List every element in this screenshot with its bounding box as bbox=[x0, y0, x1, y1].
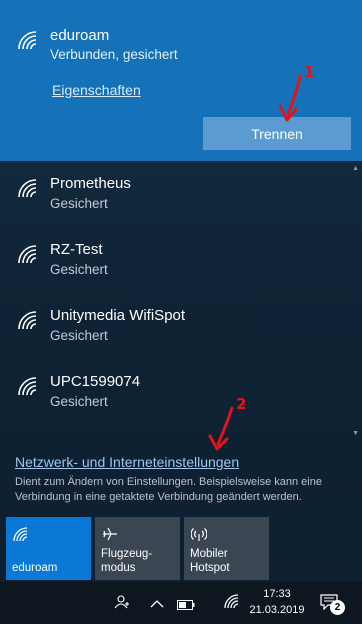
clock-date: 21.03.2019 bbox=[249, 604, 305, 616]
network-name: Prometheus bbox=[50, 175, 131, 192]
connected-network-name: eduroam bbox=[50, 27, 110, 44]
clock-time: 17:33 bbox=[263, 588, 291, 600]
quick-action-wifi[interactable]: eduroam bbox=[6, 517, 91, 580]
annotation-arrow-1 bbox=[278, 74, 302, 122]
connected-network-card[interactable]: eduroam Verbunden, gesichert Eigenschaft… bbox=[0, 0, 362, 161]
airplane-icon bbox=[102, 526, 118, 542]
quick-action-label: Mobiler Hotspot bbox=[190, 548, 230, 574]
battery-icon[interactable] bbox=[177, 597, 195, 615]
network-settings-description: Dient zum Ändern von Einstellungen. Beis… bbox=[15, 476, 322, 503]
notification-count-badge: 2 bbox=[330, 600, 345, 615]
quick-action-label: eduroam bbox=[12, 562, 58, 574]
wifi-icon bbox=[17, 30, 39, 50]
clock[interactable]: 17:33 21.03.2019 bbox=[248, 586, 306, 618]
network-item-prometheus[interactable]: Prometheus Gesichert bbox=[0, 166, 352, 232]
wifi-icon bbox=[17, 376, 39, 396]
quick-action-label: Flugzeug- modus bbox=[101, 548, 153, 574]
network-item-unitymedia[interactable]: Unitymedia WifiSpot Gesichert bbox=[0, 298, 352, 364]
connected-network-status: Verbunden, gesichert bbox=[50, 47, 178, 62]
network-status: Gesichert bbox=[50, 394, 108, 409]
network-name: UPC1599074 bbox=[50, 373, 141, 390]
network-status: Gesichert bbox=[50, 262, 108, 277]
quick-action-mobile-hotspot[interactable]: Mobiler Hotspot bbox=[184, 517, 269, 580]
wifi-icon bbox=[17, 178, 39, 198]
network-flyout: eduroam Verbunden, gesichert Eigenschaft… bbox=[0, 0, 362, 582]
network-item-upc1599074[interactable]: UPC1599074 Gesichert bbox=[0, 364, 352, 430]
network-name: RZ-Test bbox=[50, 241, 103, 258]
annotation-arrow-2 bbox=[208, 406, 234, 451]
network-item-rz-test[interactable]: RZ-Test Gesichert bbox=[0, 232, 352, 298]
network-settings-link[interactable]: Netzwerk- und Interneteinstellungen bbox=[15, 454, 239, 470]
properties-link[interactable]: Eigenschaften bbox=[52, 82, 141, 98]
network-name: Unitymedia WifiSpot bbox=[50, 307, 186, 324]
wifi-icon bbox=[17, 244, 39, 264]
wifi-icon bbox=[17, 310, 39, 330]
people-icon[interactable] bbox=[114, 594, 130, 615]
scroll-up-arrow-icon[interactable]: ▲ bbox=[352, 165, 359, 172]
wifi-icon[interactable] bbox=[224, 593, 240, 614]
taskbar: 17:33 21.03.2019 bbox=[0, 582, 362, 624]
network-status: Gesichert bbox=[50, 196, 108, 211]
chevron-up-icon[interactable] bbox=[150, 596, 164, 614]
hotspot-icon bbox=[190, 526, 208, 542]
network-status: Gesichert bbox=[50, 328, 108, 343]
quick-action-airplane-mode[interactable]: Flugzeug- modus bbox=[95, 517, 180, 580]
scroll-down-arrow-icon[interactable]: ▼ bbox=[352, 430, 359, 437]
wifi-icon bbox=[13, 526, 29, 542]
